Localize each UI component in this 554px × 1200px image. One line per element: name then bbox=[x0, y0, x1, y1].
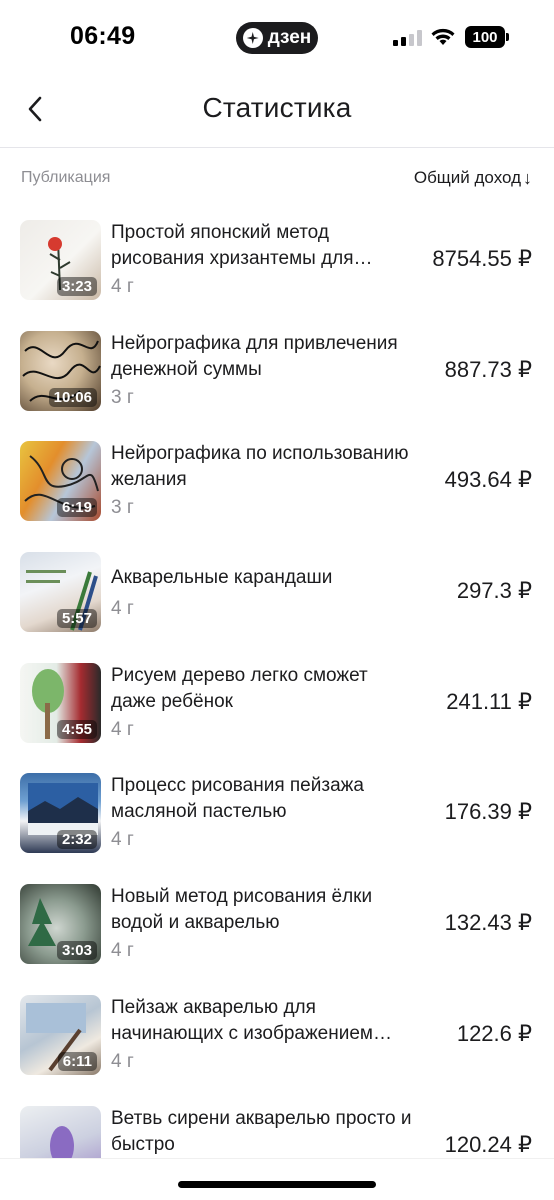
publication-title: Пейзаж акварелью для начинающих с изобра… bbox=[111, 996, 373, 1044]
list-item[interactable]: 4:55 Рисуем дерево легко сможет даже реб… bbox=[0, 651, 554, 762]
list-item[interactable]: 3:23 Простой японский метод рисования хр… bbox=[0, 208, 554, 319]
video-thumbnail: 6:19 bbox=[20, 441, 101, 522]
publication-income: 132.43 ₽ bbox=[444, 910, 532, 936]
list-item[interactable]: 2:32 Процесс рисования пейзажа масляной … bbox=[0, 761, 554, 872]
publication-age: 4 г bbox=[111, 940, 134, 962]
status-bar: 06:49 дзен 100 bbox=[0, 0, 554, 76]
publication-age: 4 г bbox=[111, 718, 134, 740]
publication-income: 493.64 ₽ bbox=[444, 467, 532, 493]
list-header: Публикация Общий доход ↓ bbox=[0, 148, 554, 208]
publication-title: Новый метод рисования ёлки водой и аквар… bbox=[111, 886, 373, 934]
list-item[interactable]: 3:03 Новый метод рисования ёлки водой и … bbox=[0, 872, 554, 983]
publication-income: 120.24 ₽ bbox=[444, 1131, 532, 1157]
page-title: Статистика bbox=[202, 92, 352, 123]
publication-title: Процесс рисования пейзажа масляной пасте… bbox=[111, 775, 364, 823]
wifi-icon bbox=[431, 28, 455, 45]
battery-icon: 100 bbox=[465, 26, 509, 48]
publication-age: 4 г bbox=[111, 276, 134, 297]
video-thumbnail: 4:55 bbox=[20, 662, 101, 743]
publication-age: 3 г bbox=[111, 386, 134, 408]
publication-age: 4 г bbox=[111, 829, 134, 851]
publication-age: 4 г bbox=[111, 1050, 134, 1072]
publication-title: Рисуем дерево легко сможет даже ребёнок bbox=[111, 664, 368, 712]
video-thumbnail: 5:57 bbox=[20, 552, 101, 633]
publication-income: 8754.55 ₽ bbox=[432, 246, 532, 271]
publication-title: Нейрографика по использованию желания bbox=[111, 443, 409, 491]
navigation-bar: Статистика bbox=[0, 76, 554, 148]
video-duration: 6:11 bbox=[57, 1051, 97, 1071]
video-duration: 2:32 bbox=[56, 830, 97, 850]
video-thumbnail: 2:32 bbox=[20, 773, 101, 854]
video-thumbnail: 3:23 bbox=[20, 220, 101, 300]
list-item[interactable]: 6:19 Нейрографика по использованию желан… bbox=[0, 429, 554, 540]
publication-title: Простой японский метод рисования хризант… bbox=[111, 222, 354, 269]
home-indicator[interactable] bbox=[178, 1181, 376, 1188]
status-time: 06:49 bbox=[70, 22, 136, 50]
publication-age: 3 г bbox=[111, 497, 134, 519]
publication-income: 241.11 ₽ bbox=[446, 688, 532, 714]
video-duration: 5:57 bbox=[56, 609, 97, 629]
publication-title: Нейрографика для привлечения денежной су… bbox=[111, 332, 398, 380]
publication-income: 176.39 ₽ bbox=[444, 799, 532, 825]
publication-age: 4 г bbox=[111, 598, 134, 620]
list-item[interactable]: 10:06 Нейрографика для привлечения денеж… bbox=[0, 319, 554, 430]
video-duration: 6:19 bbox=[56, 498, 97, 518]
publication-column-label: Публикация bbox=[21, 169, 111, 186]
list-item[interactable]: 6:11 Пейзаж акварелью для начинающих с и… bbox=[0, 983, 554, 1094]
video-duration: 10:06 bbox=[48, 387, 97, 407]
video-duration: 3:23 bbox=[56, 277, 97, 296]
cellular-signal-icon bbox=[393, 30, 423, 46]
arrow-down-icon: ↓ bbox=[523, 168, 532, 188]
screen: 06:49 дзен 100 Статистика Публикация Общ… bbox=[0, 0, 554, 1200]
video-thumbnail: 3:03 bbox=[20, 884, 101, 965]
publication-income: 297.3 ₽ bbox=[456, 578, 532, 604]
battery-level: 100 bbox=[472, 28, 498, 46]
video-duration: 3:03 bbox=[56, 941, 97, 961]
publication-income: 887.73 ₽ bbox=[444, 356, 532, 382]
income-sort-button[interactable]: Общий доход ↓ bbox=[414, 168, 532, 188]
video-duration: 4:55 bbox=[56, 719, 97, 739]
list-item[interactable]: 5:57 Акварельные карандаши 4 г 297.3 ₽ bbox=[0, 540, 554, 651]
bottom-bar bbox=[0, 1158, 554, 1200]
video-thumbnail: 6:11 bbox=[20, 994, 101, 1075]
income-column-label: Общий доход bbox=[413, 168, 521, 187]
publication-title: Ветвь сирени акварелью просто и быстро bbox=[111, 1107, 412, 1155]
publications-list: 3:23 Простой японский метод рисования хр… bbox=[0, 208, 554, 1200]
dzen-app-badge[interactable]: дзен bbox=[236, 22, 318, 54]
publication-title: Акварельные карандаши bbox=[111, 567, 333, 589]
dzen-badge-label: дзен bbox=[267, 27, 312, 48]
video-thumbnail: 10:06 bbox=[20, 330, 101, 411]
dzen-logo-icon bbox=[242, 28, 263, 48]
publication-income: 122.6 ₽ bbox=[456, 1020, 532, 1046]
